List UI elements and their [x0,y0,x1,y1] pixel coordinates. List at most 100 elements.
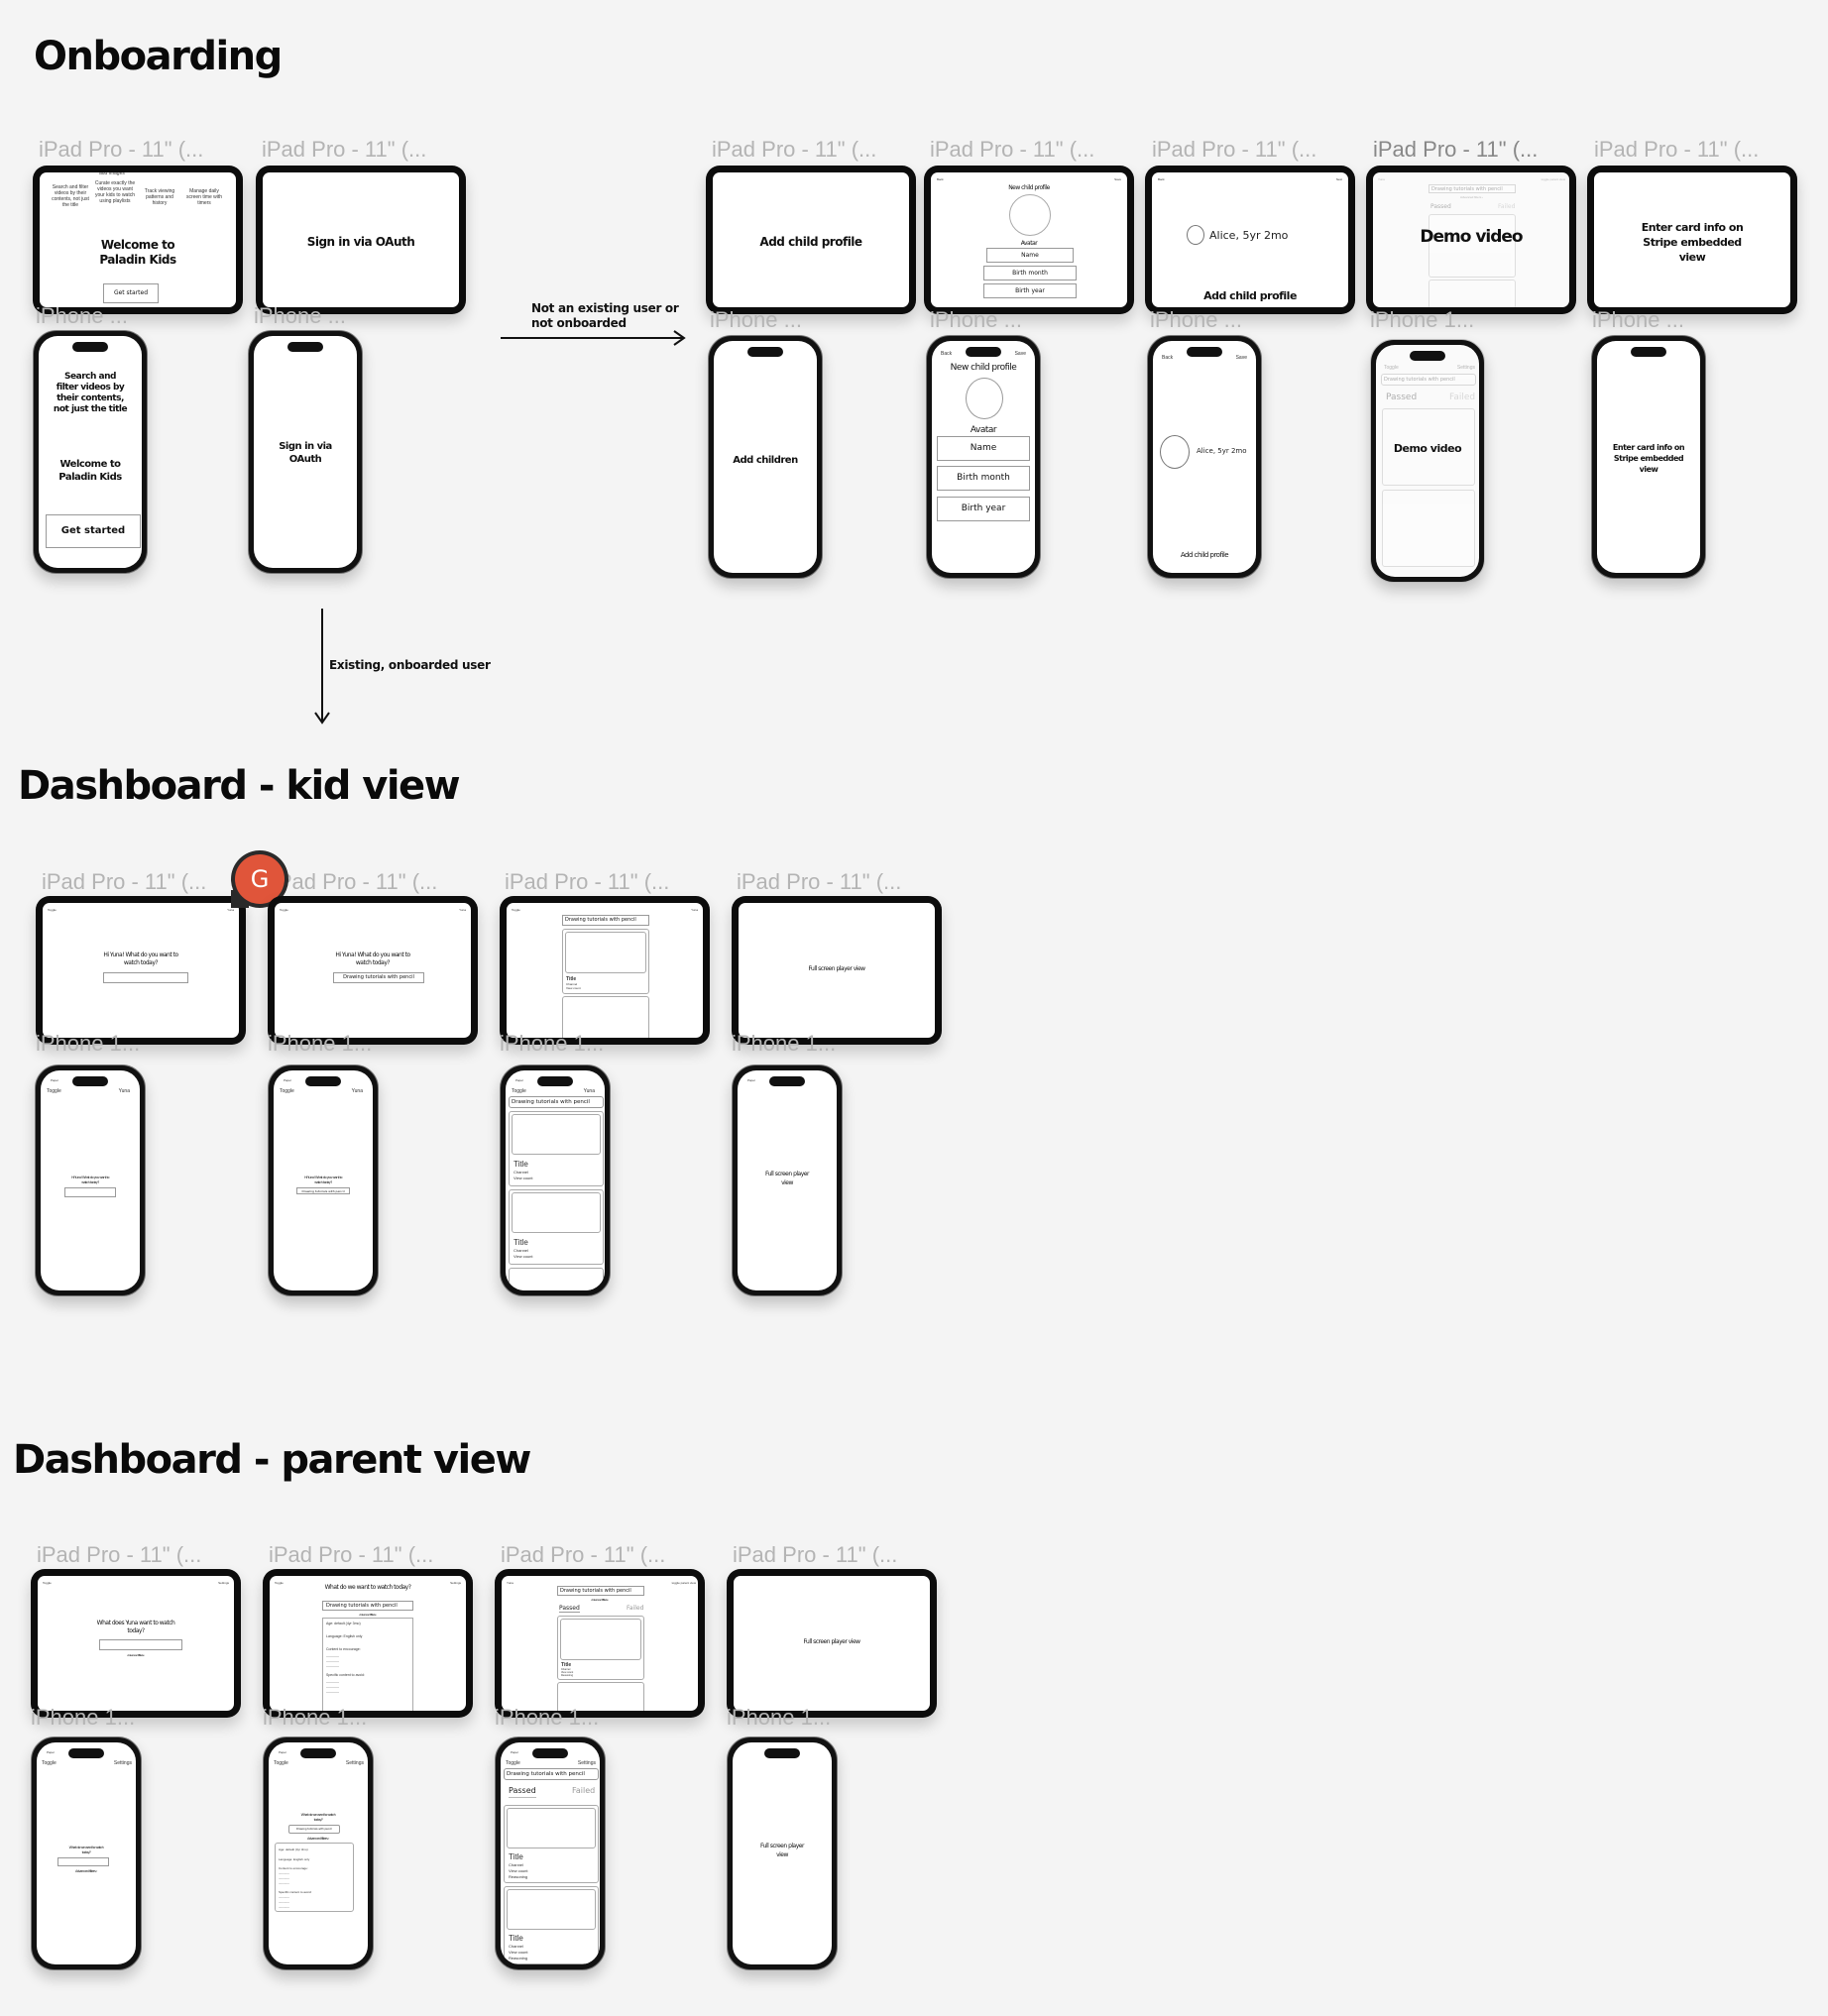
filter-language[interactable]: Language: English only [326,1634,362,1638]
stripe-text[interactable]: Enter card info on Stripe embedded view [1597,442,1700,475]
frame-label[interactable]: iPhone ... [36,303,128,329]
add-child-profile-button[interactable]: Add child profile [1152,289,1348,302]
frame-label[interactable]: iPad Pro - 11" (... [501,1542,665,1568]
video-thumbnail[interactable] [512,1192,601,1233]
frame-label[interactable]: iPhone ... [254,303,346,329]
demo-video-overlay[interactable]: Demo video [1376,442,1479,455]
video-thumbnail[interactable] [565,932,646,973]
toggle-link[interactable]: Toggle [48,908,57,912]
filter-avoid[interactable]: Specific content to avoid: [326,1673,365,1677]
save-link[interactable]: Save [1236,355,1247,361]
frame-label[interactable]: iPad Pro - 11" (... [37,1542,201,1568]
full-screen-player[interactable]: Full screen player view [733,1842,832,1859]
get-started-button[interactable]: Get started [46,514,141,548]
frame-label[interactable]: iPhone 1... [1370,307,1474,333]
video-card[interactable]: Title Channel View count Reasoning [557,1616,644,1680]
frame-label[interactable]: iPhone 1... [263,1705,367,1731]
sign-in-text[interactable]: Sign in via OAuth [263,235,459,249]
iphone-add-children-frame[interactable]: Add children [708,335,823,579]
frame-label[interactable]: iPhone 1... [500,1031,604,1057]
toggle-link[interactable]: Toggle [43,1581,52,1585]
search-input[interactable]: Drawing tutorials with pencil [504,1768,599,1780]
birth-year-field[interactable]: Birth year [983,283,1077,298]
birth-year-field[interactable]: Birth year [937,497,1030,521]
filter-encourage[interactable]: Content to encourage: [326,1647,361,1651]
profile-name[interactable]: Yuna [227,908,234,912]
search-input[interactable]: Drawing tutorials with pencil [333,972,424,983]
name-field[interactable]: Name [986,248,1074,263]
frame-label[interactable]: iPhone 1... [36,1031,140,1057]
avatar-circle[interactable] [1009,194,1051,236]
frame-label[interactable]: iPhone ... [1592,307,1684,333]
iphone-stripe-frame[interactable]: Enter card info on Stripe embedded view [1591,335,1706,579]
search-input[interactable]: Drawing tutorials with pencil [296,1187,350,1194]
ipad-welcome-frame[interactable]: Animate these in a carousel + add images… [33,166,243,314]
full-screen-player[interactable]: Full screen player view [734,1637,930,1646]
settings-link[interactable]: Settings [218,1581,229,1585]
frame-label[interactable]: iPad Pro - 11" (... [737,869,901,895]
frame-label[interactable]: iPhone ... [930,307,1022,333]
child-summary[interactable]: Alice, 5yr 2mo [1209,229,1288,242]
ipad-kid-home-frame[interactable]: Toggle Yuna Hi Yuna! What do you want to… [36,896,246,1045]
frame-label[interactable]: iPad Pro - 11" (... [39,137,203,163]
full-screen-player[interactable]: Full screen player view [739,964,935,973]
iphone-kid-typed-frame[interactable]: Paper Toggle Yuna Hi Yuna! What do you w… [268,1064,379,1296]
settings-link[interactable]: Settings [346,1760,364,1766]
back-link[interactable]: Back [941,351,952,357]
child-summary[interactable]: Alice, 5yr 2mo [1197,447,1247,455]
filter-age[interactable]: Age: default (4yr 3mo) [279,1848,308,1851]
iphone-child-summary-frame[interactable]: Back Save Alice, 5yr 2mo Add child profi… [1147,335,1262,579]
settings-link[interactable]: Settings [114,1760,132,1766]
frame-label[interactable]: iPhone 1... [31,1705,135,1731]
frame-label[interactable]: iPad Pro - 11" (... [262,137,426,163]
toggle-link[interactable]: Toggle [512,908,520,912]
back-link[interactable]: Back [1158,177,1165,181]
toggle-link[interactable]: Toggle [280,908,288,912]
ipad-signin-frame[interactable]: Sign in via OAuth [256,166,466,314]
filter-age[interactable]: Age: default (4yr 3mo) [326,1622,361,1625]
birth-month-field[interactable]: Birth month [983,266,1077,280]
iphone-signin-frame[interactable]: Sign in via OAuth [248,330,363,574]
tab-passed[interactable]: Passed [559,1605,580,1613]
profile-name[interactable]: Yuna [119,1088,130,1094]
iphone-demo-video-frame[interactable]: Toggle Settings Drawing tutorials with p… [1370,339,1485,583]
search-input[interactable]: Drawing tutorials with pencil [562,915,649,926]
filter-language[interactable]: Language: English only [279,1857,309,1861]
iphone-parent-filters-frame[interactable]: Paper Toggle Settings What do we want to… [263,1736,374,1970]
frame-label[interactable]: iPhone 1... [495,1705,599,1731]
back-link[interactable]: Back [937,177,944,181]
demo-video-overlay[interactable]: Demo video [1373,227,1569,247]
search-input[interactable] [64,1187,116,1197]
profile-name[interactable]: Yuna [691,908,698,912]
frame-label[interactable]: iPad Pro - 11" (... [733,1542,897,1568]
frame-label[interactable]: iPhone 1... [268,1031,372,1057]
toggle-link[interactable]: Toggle [47,1088,61,1094]
video-card[interactable]: Title Channel View count [562,929,649,994]
iphone-parent-player-frame[interactable]: Full screen player view [727,1736,838,1970]
advanced-filters-link[interactable]: Advanced filters › [502,1598,698,1602]
iphone-new-child-frame[interactable]: Back Save New child profile Avatar Name … [926,335,1041,579]
advanced-filters-link[interactable]: Advanced filters › [38,1653,234,1657]
video-card[interactable]: Title Channel View count [509,1189,604,1265]
iphone-kid-results-frame[interactable]: Paper Toggle Yuna Drawing tutorials with… [500,1064,611,1296]
iphone-kid-player-frame[interactable]: Paper Full screen player view [732,1064,843,1296]
ipad-parent-results-frame[interactable]: Yuna toggle parent view Drawing tutorial… [495,1569,705,1718]
toggle-link[interactable]: Toggle [506,1760,520,1766]
frame-label[interactable]: iPad Pro - 11" (... [269,1542,433,1568]
video-card[interactable]: Title Channel View count Reasoning [504,1886,599,1964]
video-card[interactable]: Title Channel View count Reasoning [504,1805,599,1883]
ipad-parent-filters-frame[interactable]: Toggle Settings What do we want to watch… [263,1569,473,1718]
filter-avoid[interactable]: Specific content to avoid: [279,1890,311,1894]
ipad-child-summary-frame[interactable]: Back Next Alice, 5yr 2mo Add child profi… [1145,166,1355,314]
video-card[interactable] [509,1268,604,1290]
frame-label[interactable]: iPhone ... [710,307,802,333]
search-input[interactable]: Drawing tutorials with pencil [288,1825,340,1834]
add-child-profile-text[interactable]: Add child profile [713,235,909,249]
search-input[interactable]: Drawing tutorials with pencil [509,1096,604,1108]
iphone-welcome-frame[interactable]: Search and filter videos by their conten… [33,330,148,574]
filter-encourage[interactable]: Content to encourage: [279,1866,308,1870]
search-input[interactable] [99,1639,182,1650]
advanced-filters-link[interactable]: Advanced filters › [37,1869,136,1873]
tab-failed[interactable]: Failed [627,1605,643,1612]
add-children-text[interactable]: Add children [714,455,817,466]
